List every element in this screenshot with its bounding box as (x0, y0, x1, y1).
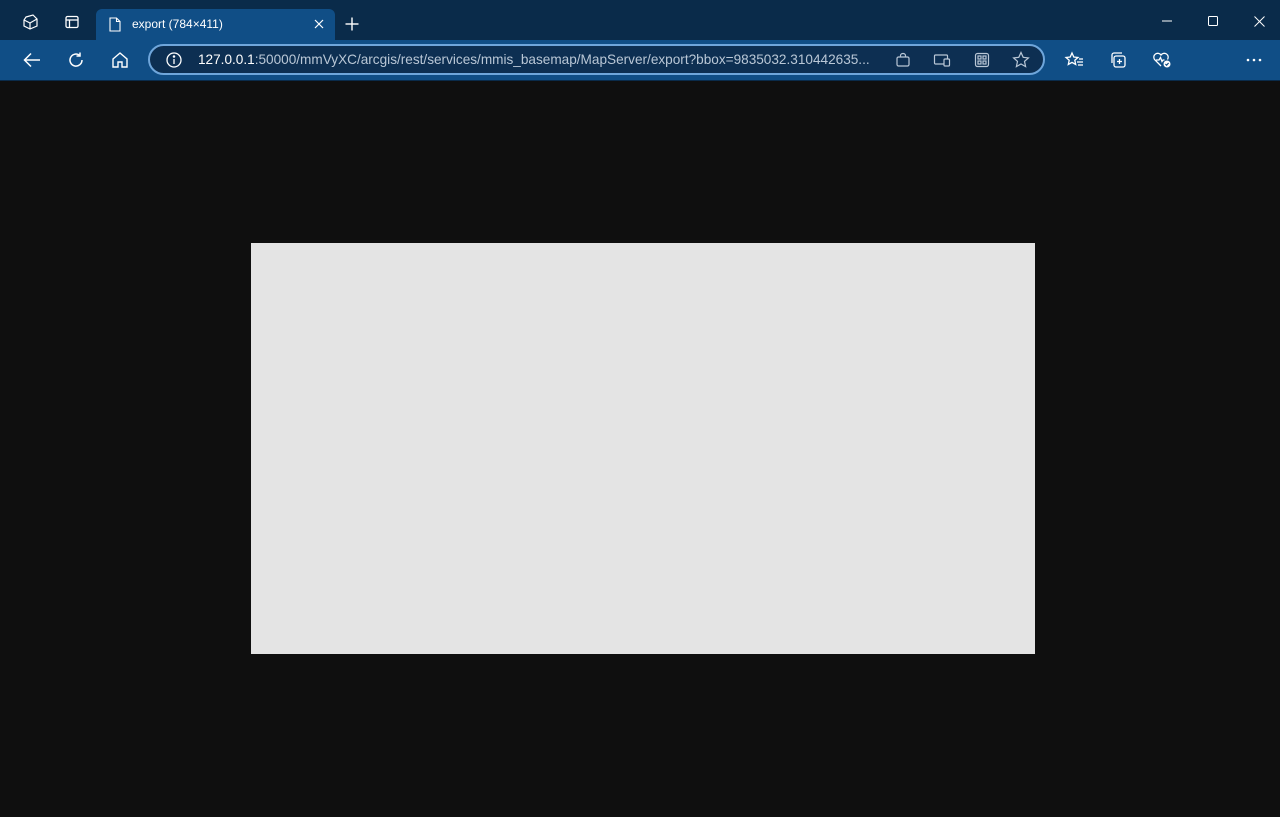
maximize-icon[interactable] (1199, 8, 1227, 34)
close-window-icon[interactable] (1245, 8, 1273, 34)
navigation-toolbar: 127.0.0.1:50000/mmVyXC/arcgis/rest/servi… (0, 40, 1280, 81)
favorite-star-icon[interactable] (1012, 51, 1030, 69)
site-info-icon[interactable] (166, 52, 182, 68)
tab-title: export (784×411) (132, 17, 223, 31)
browser-essentials-icon[interactable] (1150, 48, 1174, 72)
active-tab[interactable]: export (784×411) (96, 9, 335, 40)
page-viewport (0, 81, 1280, 817)
workspaces-icon[interactable] (16, 8, 44, 36)
browser-window: export (784×411) 127.0.0.1:50000/mmVyXC/… (0, 0, 1280, 817)
exported-map-image (251, 243, 1035, 654)
favorites-icon[interactable] (1062, 48, 1086, 72)
home-icon[interactable] (108, 48, 132, 72)
close-tab-icon[interactable] (311, 16, 327, 32)
address-bar[interactable]: 127.0.0.1:50000/mmVyXC/arcgis/rest/servi… (148, 44, 1045, 75)
url-host: 127.0.0.1 (198, 52, 255, 67)
shopping-icon[interactable] (894, 51, 912, 69)
back-arrow-icon[interactable] (20, 48, 44, 72)
page-icon (108, 16, 122, 32)
refresh-icon[interactable] (64, 48, 88, 72)
more-menu-icon[interactable] (1242, 48, 1266, 72)
collections-icon[interactable] (1106, 48, 1130, 72)
apps-icon[interactable] (973, 51, 991, 69)
url-text[interactable]: 127.0.0.1:50000/mmVyXC/arcgis/rest/servi… (198, 52, 870, 67)
immersive-reader-icon[interactable] (933, 51, 951, 69)
new-tab-button[interactable] (340, 12, 364, 36)
minimize-icon[interactable] (1153, 8, 1181, 34)
tab-actions-icon[interactable] (58, 8, 86, 36)
url-path: :50000/mmVyXC/arcgis/rest/services/mmis_… (254, 52, 870, 67)
tab-strip: export (784×411) (0, 0, 1280, 40)
